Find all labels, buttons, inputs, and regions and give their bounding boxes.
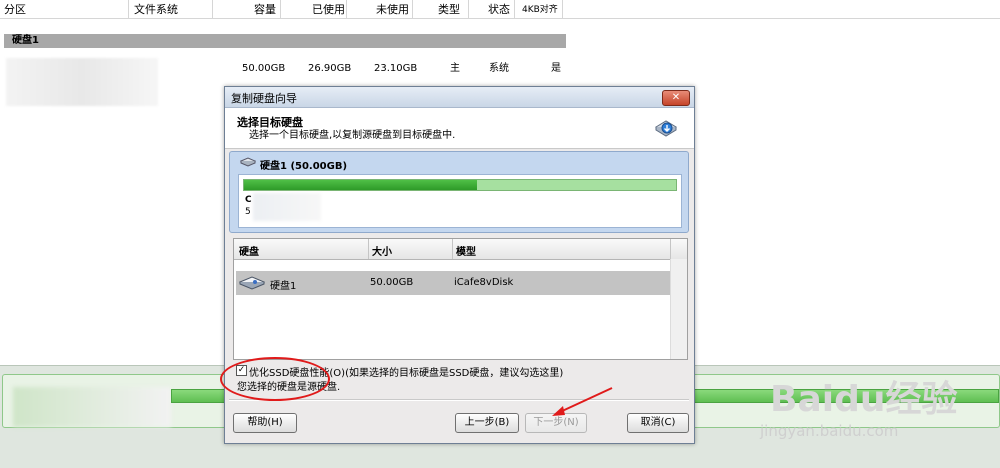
col-4k-aligned[interactable]: 4KB对齐 [522, 3, 558, 17]
source-partition-letter: C [245, 195, 252, 205]
row-disk-name: 硬盘1 [270, 281, 297, 292]
wizard-step-subtitle: 选择一个目标硬盘,以复制源硬盘到目标硬盘中. [249, 130, 456, 141]
col-capacity[interactable]: 容量 [254, 3, 276, 17]
target-table-header: 硬盘 大小 模型 [234, 239, 687, 260]
col-separator [468, 0, 469, 18]
baidu-watermark: Baidu经验 [770, 379, 958, 420]
th-disk[interactable]: 硬盘 [239, 243, 259, 258]
dialog-titlebar[interactable]: 复制硬盘向导 ✕ [225, 87, 694, 108]
row-status: 系统 [489, 63, 509, 74]
source-disk-map[interactable]: C 5 [238, 174, 682, 228]
col-separator [514, 0, 515, 18]
row-type: 主 [450, 63, 460, 74]
col-separator [412, 0, 413, 18]
col-separator [212, 0, 213, 18]
close-button[interactable]: ✕ [662, 90, 690, 106]
header-separator [670, 239, 671, 259]
row-free: 23.10GB [374, 63, 418, 74]
source-disk-panel: 硬盘1 (50.00GB) C 5 [229, 151, 689, 233]
dialog-title: 复制硬盘向导 [231, 92, 297, 105]
header-separator [452, 239, 453, 259]
row-aligned: 是 [551, 63, 561, 74]
target-disk-table: 硬盘 大小 模型 硬盘1 50.00GB iCafe8vDisk [233, 238, 688, 360]
row-used: 26.90GB [308, 63, 352, 74]
col-partition[interactable]: 分区 [4, 3, 26, 17]
disk-copy-icon [655, 120, 677, 137]
help-button[interactable]: 帮助(H) [233, 413, 297, 433]
hard-disk-icon [239, 276, 265, 290]
blurred-partition-info [253, 193, 321, 221]
wizard-header: 选择目标硬盘 选择一个目标硬盘,以复制源硬盘到目标硬盘中. [225, 108, 694, 149]
table-row[interactable]: 硬盘1 50.00GB iCafe8vDisk [236, 271, 670, 295]
row-disk-model: iCafe8vDisk [454, 277, 514, 288]
annotation-circle [220, 357, 330, 401]
hard-disk-icon [240, 157, 256, 167]
col-separator [280, 0, 281, 18]
th-model[interactable]: 模型 [456, 243, 476, 258]
source-usage-bar [243, 179, 677, 191]
blurred-disk-info [13, 387, 171, 427]
col-free[interactable]: 未使用 [376, 3, 409, 17]
source-partition-size: 5 [245, 207, 251, 217]
col-separator [128, 0, 129, 18]
col-type[interactable]: 类型 [438, 3, 460, 17]
col-status[interactable]: 状态 [488, 3, 510, 17]
back-button[interactable]: 上一步(B) [455, 413, 519, 433]
blurred-partition-name [6, 58, 158, 106]
th-size[interactable]: 大小 [372, 243, 392, 258]
partition-column-header: 分区 文件系统 容量 已使用 未使用 类型 状态 4KB对齐 [0, 0, 1000, 19]
row-disk-size: 50.00GB [370, 277, 414, 288]
button-separator [229, 399, 689, 401]
cancel-button[interactable]: 取消(C) [627, 413, 689, 433]
row-capacity: 50.00GB [242, 63, 286, 74]
header-separator [368, 239, 369, 259]
table-scrollbar[interactable] [670, 259, 687, 359]
col-used[interactable]: 已使用 [312, 3, 345, 17]
col-separator [346, 0, 347, 18]
source-disk-label: 硬盘1 (50.00GB) [260, 161, 348, 172]
next-button[interactable]: 下一步(N) [525, 413, 587, 433]
disk-group-header: 硬盘1 [4, 34, 566, 48]
col-separator [562, 0, 563, 18]
baidu-watermark-url: jingyan.baidu.com [760, 422, 899, 440]
source-usage-fill [244, 180, 478, 190]
col-filesystem[interactable]: 文件系统 [134, 3, 178, 17]
